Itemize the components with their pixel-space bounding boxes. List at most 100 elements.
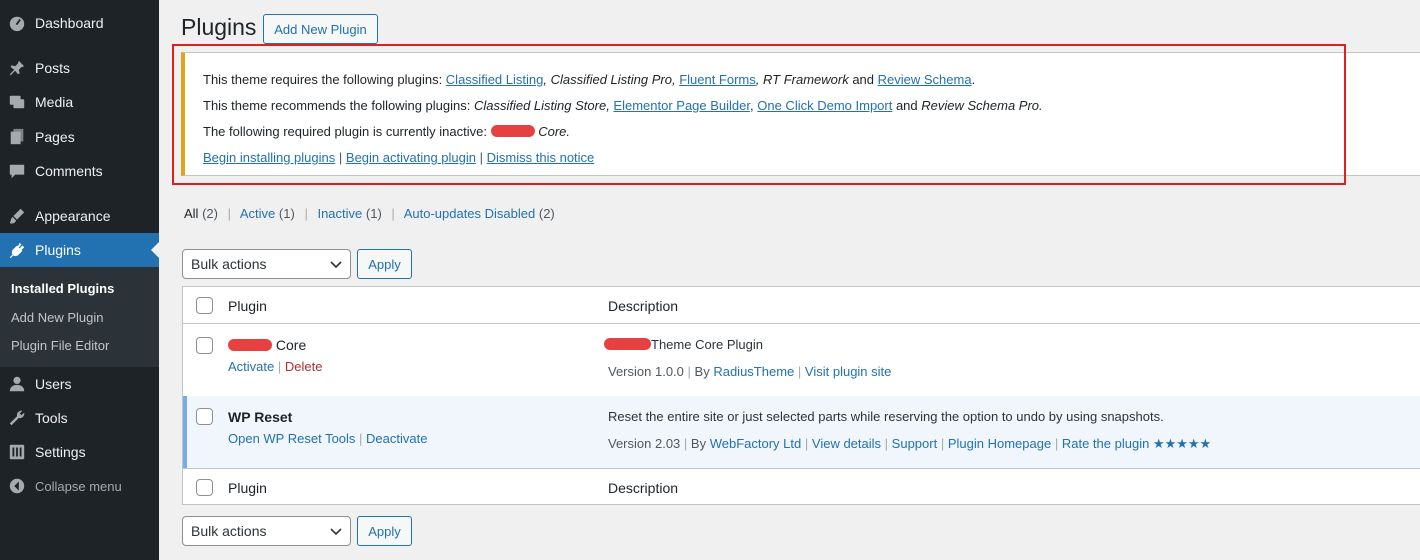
notice-text: This theme recommends the following plug… xyxy=(203,98,474,113)
by-text: By xyxy=(690,436,707,451)
view-details-link[interactable]: View details xyxy=(812,436,881,451)
plugin-meta: Version 1.0.0 | By RadiusTheme | Visit p… xyxy=(608,364,892,379)
menu-dashboard[interactable]: Dashboard xyxy=(0,6,159,40)
plugin-description: Reset the entire site or just selected p… xyxy=(608,409,1164,424)
open-wp-reset-tools-link[interactable]: Open WP Reset Tools xyxy=(228,431,355,446)
author-link[interactable]: RadiusTheme xyxy=(713,364,794,379)
filter-all[interactable]: All xyxy=(184,206,198,221)
rate-plugin-link[interactable]: Rate the plugin ★★★★★ xyxy=(1062,436,1211,451)
row-actions: Open WP Reset Tools | Deactivate xyxy=(228,431,428,446)
chevron-down-icon xyxy=(330,528,342,536)
menu-comments[interactable]: Comments xyxy=(0,154,159,188)
plugin-filters: All (2) | Active (1) | Inactive (1) | Au… xyxy=(184,206,555,221)
table-footer: Plugin Description xyxy=(183,468,1420,505)
redaction-scribble xyxy=(604,338,651,350)
menu-pages[interactable]: Pages xyxy=(0,120,159,154)
bulk-actions-select-bottom[interactable]: Bulk actions xyxy=(182,516,351,546)
column-header-description: Description xyxy=(608,298,679,314)
media-icon xyxy=(8,93,26,111)
separator: | xyxy=(227,206,231,221)
plugin-description: Theme Core Plugin xyxy=(604,337,763,352)
notice-text: The following required plugin is current… xyxy=(203,124,491,139)
notice-text: and xyxy=(848,72,878,87)
menu-posts[interactable]: Posts xyxy=(0,51,159,85)
tgmpa-notice: This theme requires the following plugin… xyxy=(181,52,1420,176)
version-text: Version 2.03 xyxy=(608,436,681,451)
menu-label: Posts xyxy=(35,60,71,76)
link-fluent-forms[interactable]: Fluent Forms xyxy=(679,72,756,87)
link-one-click-demo-import[interactable]: One Click Demo Import xyxy=(757,98,892,113)
menu-label: Dashboard xyxy=(35,15,104,31)
apply-button-top[interactable]: Apply xyxy=(357,249,412,279)
column-header-plugin[interactable]: Plugin xyxy=(228,298,267,314)
author-link[interactable]: WebFactory Ltd xyxy=(710,436,802,451)
menu-settings[interactable]: Settings xyxy=(0,435,159,469)
plugin-name: WP Reset xyxy=(228,409,293,425)
separator: | xyxy=(304,206,308,221)
submenu-installed-plugins[interactable]: Installed Plugins xyxy=(11,281,114,296)
select-all-checkbox[interactable] xyxy=(196,297,213,314)
collapse-menu-button[interactable]: Collapse menu xyxy=(0,469,159,503)
visit-plugin-site-link[interactable]: Visit plugin site xyxy=(805,364,891,379)
row-checkbox[interactable] xyxy=(196,337,213,354)
menu-label: Media xyxy=(35,94,74,110)
row-checkbox[interactable] xyxy=(196,408,213,425)
filter-auto-updates-disabled[interactable]: Auto-updates Disabled xyxy=(404,206,536,221)
notice-text: . xyxy=(971,72,976,87)
menu-plugins[interactable]: Plugins xyxy=(0,233,159,267)
dismiss-notice-link[interactable]: Dismiss this notice xyxy=(487,150,595,165)
notice-text: , Classified Listing Pro, xyxy=(543,72,680,87)
menu-users[interactable]: Users xyxy=(0,367,159,401)
separator: | xyxy=(479,150,484,165)
user-icon xyxy=(8,375,26,393)
menu-label: Plugins xyxy=(35,242,81,258)
redaction-scribble xyxy=(490,125,535,137)
link-classified-listing[interactable]: Classified Listing xyxy=(446,72,544,87)
activate-link[interactable]: Activate xyxy=(228,359,274,374)
page-title: Plugins xyxy=(181,14,257,40)
bulk-actions-value: Bulk actions xyxy=(191,523,267,539)
plugin-homepage-link[interactable]: Plugin Homepage xyxy=(948,436,1051,451)
apply-button-bottom[interactable]: Apply xyxy=(357,516,412,546)
link-review-schema[interactable]: Review Schema xyxy=(878,72,972,87)
table-row-active: WP Reset Open WP Reset Tools | Deactivat… xyxy=(183,396,1420,468)
menu-label: Appearance xyxy=(35,208,111,224)
link-elementor[interactable]: Elementor Page Builder xyxy=(613,98,750,113)
bulk-actions-select-top[interactable]: Bulk actions xyxy=(182,249,351,279)
redaction-scribble xyxy=(228,339,272,351)
submenu-plugin-file-editor[interactable]: Plugin File Editor xyxy=(11,338,109,353)
separator: | xyxy=(391,206,395,221)
begin-activating-link[interactable]: Begin activating plugin xyxy=(346,150,476,165)
support-link[interactable]: Support xyxy=(892,436,938,451)
collapse-icon xyxy=(8,477,26,495)
column-footer-plugin[interactable]: Plugin xyxy=(228,480,267,496)
pages-icon xyxy=(8,128,26,146)
filter-count: (1) xyxy=(278,206,295,221)
deactivate-link[interactable]: Deactivate xyxy=(366,431,427,446)
submenu-add-new-plugin[interactable]: Add New Plugin xyxy=(11,310,104,325)
plugin-name: Core xyxy=(228,337,306,353)
separator: | xyxy=(338,150,343,165)
notice-text: , RT Framework xyxy=(755,72,849,87)
menu-tools[interactable]: Tools xyxy=(0,401,159,435)
plugins-table: Plugin Description Core Activate | Delet… xyxy=(182,286,1420,505)
main-content: Plugins Add New Plugin This theme requir… xyxy=(159,0,1420,560)
menu-appearance[interactable]: Appearance xyxy=(0,199,159,233)
notice-recommended-line: This theme recommends the following plug… xyxy=(203,98,1043,113)
menu-label: Tools xyxy=(35,410,68,426)
plugin-name-text: Core xyxy=(275,337,307,353)
notice-text: Classified Listing Store, xyxy=(473,98,614,113)
menu-label: Collapse menu xyxy=(35,478,122,494)
add-new-plugin-button[interactable]: Add New Plugin xyxy=(263,14,378,44)
begin-installing-link[interactable]: Begin installing plugins xyxy=(203,150,335,165)
filter-active[interactable]: Active xyxy=(240,206,275,221)
menu-media[interactable]: Media xyxy=(0,85,159,119)
delete-link[interactable]: Delete xyxy=(285,359,323,374)
select-all-checkbox-footer[interactable] xyxy=(196,479,213,496)
plugin-meta: Version 2.03 | By WebFactory Ltd | View … xyxy=(608,436,1212,451)
filter-inactive[interactable]: Inactive xyxy=(317,206,362,221)
settings-icon xyxy=(8,443,26,461)
column-footer-description: Description xyxy=(608,480,679,496)
description-text: Theme Core Plugin xyxy=(651,337,763,352)
bulk-actions-value: Bulk actions xyxy=(191,256,267,272)
